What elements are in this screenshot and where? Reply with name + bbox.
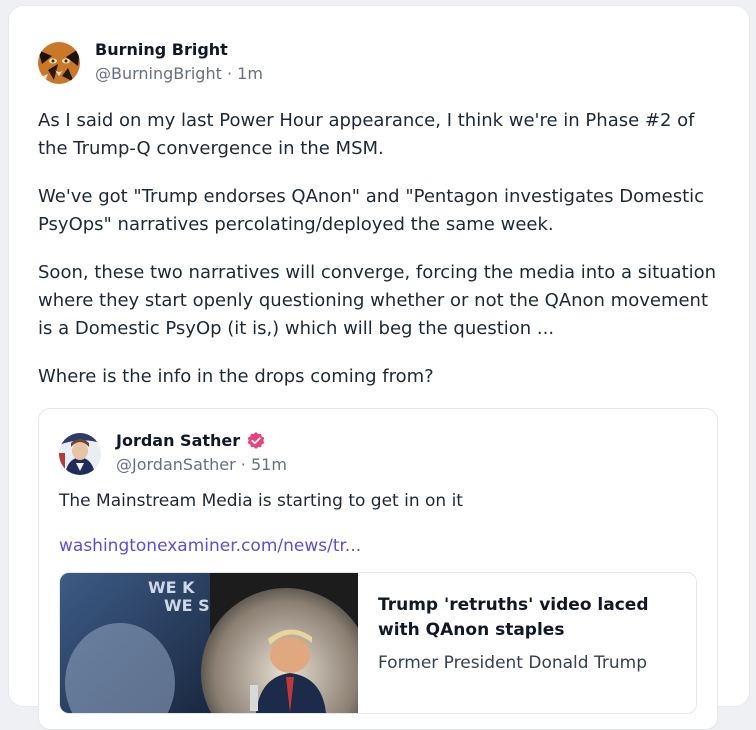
author-meta: @BurningBright · 1m	[95, 63, 263, 85]
tiger-avatar-image	[38, 41, 80, 84]
post-paragraph: As I said on my last Power Hour appearan…	[38, 110, 695, 159]
quoted-author-display-name[interactable]: Jordan Sather	[116, 431, 240, 451]
post-paragraph: We've got "Trump endorses QAnon" and "Pe…	[38, 186, 705, 235]
post-paragraph: Soon, these two narratives will converge…	[38, 262, 717, 339]
quoted-author-handle[interactable]: @JordanSather	[116, 455, 236, 474]
link-preview-card[interactable]: WE K WE S Trump 'retruths' video laced w…	[59, 572, 697, 714]
author-handle[interactable]: @BurningBright	[95, 64, 222, 83]
quoted-post-text: The Mainstream Media is starting to get …	[59, 491, 463, 511]
preview-image-text: WE K	[148, 578, 195, 597]
link-preview-image: WE K WE S	[60, 573, 371, 713]
post-body: As I said on my last Power Hour appearan…	[38, 107, 728, 411]
post-paragraph: Where is the info in the drops coming fr…	[38, 366, 434, 387]
verified-badge-icon	[246, 431, 266, 451]
post-timestamp[interactable]: 1m	[237, 64, 263, 83]
quoted-avatar[interactable]	[59, 432, 101, 475]
link-preview-title[interactable]: Trump 'retruths' video laced with QAnon …	[378, 593, 668, 643]
meta-separator: ·	[240, 455, 246, 474]
svg-text:WE S: WE S	[164, 596, 210, 615]
quoted-post-header: Jordan Sather @JordanSather · 51m	[59, 431, 287, 476]
post-card: Burning Bright @BurningBright · 1m As I …	[9, 6, 749, 730]
quoted-avatar-image	[59, 432, 101, 475]
avatar[interactable]	[38, 41, 80, 84]
meta-separator: ·	[226, 64, 233, 83]
article-link[interactable]: washingtonexaminer.com/news/tr...	[59, 534, 361, 558]
post-header: Burning Bright @BurningBright · 1m	[38, 40, 263, 85]
link-preview-description: Former President Donald Trump	[378, 653, 647, 673]
author-display-name[interactable]: Burning Bright	[95, 40, 263, 60]
quoted-post-timestamp[interactable]: 51m	[251, 455, 287, 474]
quoted-author-meta: @JordanSather · 51m	[116, 454, 287, 476]
quoted-post[interactable]: Jordan Sather @JordanSather · 51m The Ma…	[38, 408, 718, 730]
